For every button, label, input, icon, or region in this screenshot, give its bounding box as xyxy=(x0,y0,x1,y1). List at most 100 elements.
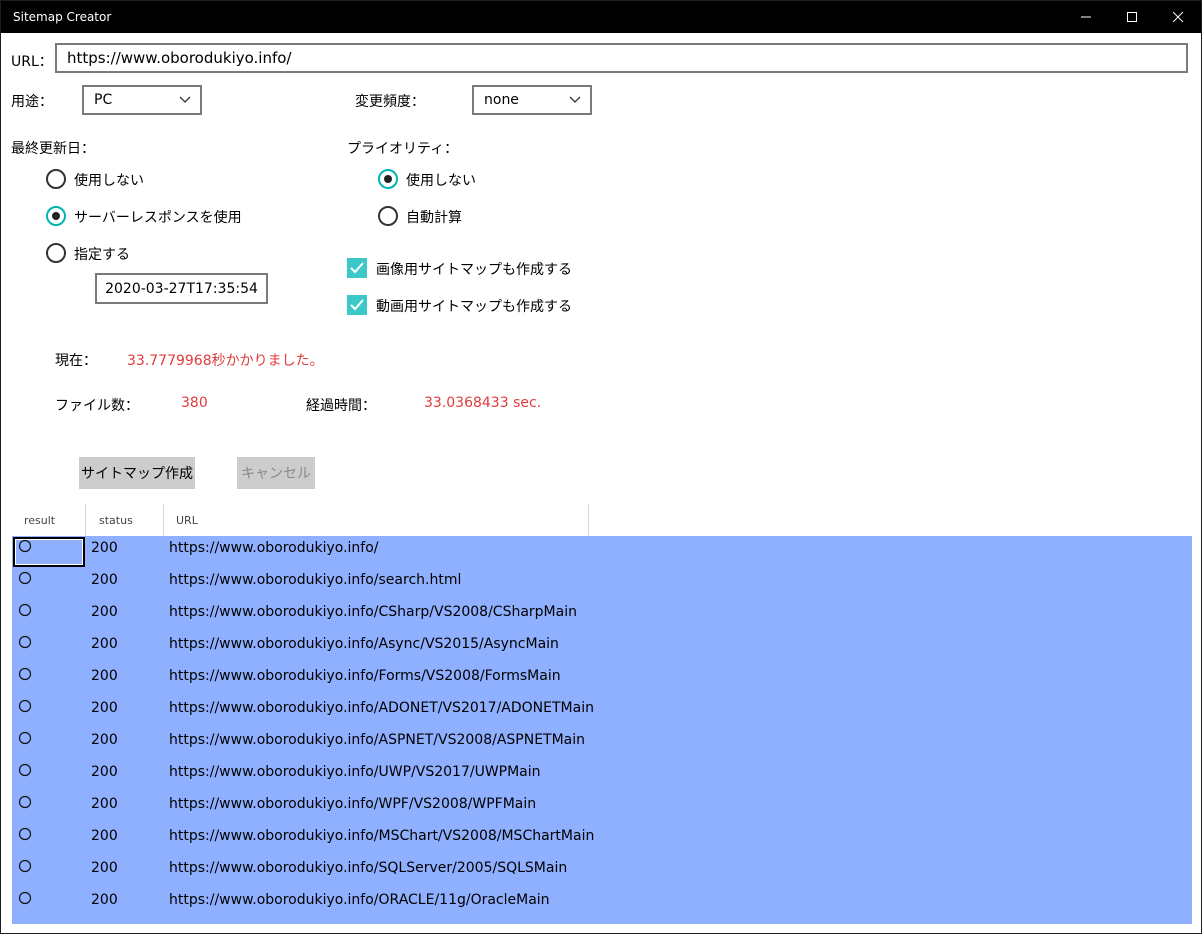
current-value: 33.7779968秒かかりました。 xyxy=(127,353,324,369)
table-row[interactable]: 200 https://www.oborodukiyo.info/SQLServe… xyxy=(12,856,1192,888)
grid-body[interactable]: 200 https://www.oborodukiyo.info/200 https… xyxy=(12,536,1192,924)
lastmod-label: 最終更新日： xyxy=(11,141,95,157)
priority-radio-auto[interactable] xyxy=(378,206,398,226)
minimize-button[interactable] xyxy=(1063,1,1109,33)
cell-url: https://www.oborodukiyo.info/WPF/VS2008/… xyxy=(169,796,537,812)
result-circle-icon xyxy=(18,539,32,553)
results-grid: result status URL 200 https://www.oborodu… xyxy=(12,504,1192,924)
cell-url: https://www.oborodukiyo.info/CSharp/VS20… xyxy=(169,604,577,620)
result-circle-icon xyxy=(18,859,32,873)
checkmark-icon xyxy=(350,299,364,311)
table-row[interactable]: 200 https://www.oborodukiyo.info/MSChart/… xyxy=(12,824,1192,856)
priority-label: プライオリティ： xyxy=(347,141,459,157)
current-label: 現在： xyxy=(55,353,97,369)
result-circle-icon xyxy=(18,763,32,777)
chevron-down-icon xyxy=(569,96,581,103)
column-header-status[interactable]: status xyxy=(86,504,164,536)
close-icon xyxy=(1172,11,1184,23)
cell-status: 200 xyxy=(91,540,118,556)
cell-status: 200 xyxy=(91,764,118,780)
video-sitemap-label: 動画用サイトマップも作成する xyxy=(376,299,572,315)
cell-status: 200 xyxy=(91,668,118,684)
lastmod-radio-specify[interactable] xyxy=(46,243,66,263)
cell-url: https://www.oborodukiyo.info/ADONET/VS20… xyxy=(169,700,594,716)
table-row[interactable]: 200 https://www.oborodukiyo.info/ORACLE/1… xyxy=(12,888,1192,920)
cell-url: https://www.oborodukiyo.info/SQLServer/2… xyxy=(169,860,568,876)
cell-url: https://www.oborodukiyo.info/ xyxy=(169,540,379,556)
table-row[interactable]: 200 https://www.oborodukiyo.info/WPF/VS20… xyxy=(12,792,1192,824)
cell-url: https://www.oborodukiyo.info/ASPNET/VS20… xyxy=(169,732,586,748)
cell-url: https://www.oborodukiyo.info/search.html xyxy=(169,572,462,588)
window-title: Sitemap Creator xyxy=(13,10,112,24)
elapsed-label: 経過時間： xyxy=(306,398,376,414)
cell-url: https://www.oborodukiyo.info/MSChart/VS2… xyxy=(169,828,595,844)
lastmod-date-input[interactable]: 2020-03-27T17:35:54 xyxy=(95,273,268,304)
cell-status: 200 xyxy=(91,860,118,876)
cell-status: 200 xyxy=(91,732,118,748)
cell-status: 200 xyxy=(91,572,118,588)
priority-option-auto-label: 自動計算 xyxy=(406,210,462,226)
cell-url: https://www.oborodukiyo.info/ORACLE/11g/… xyxy=(169,892,550,908)
changefreq-selected-value: none xyxy=(484,92,519,108)
url-input-value: https://www.oborodukiyo.info/ xyxy=(67,49,292,67)
file-count-value: 380 xyxy=(181,395,208,411)
lastmod-option-server-label: サーバーレスポンスを使用 xyxy=(74,210,242,226)
url-input[interactable]: https://www.oborodukiyo.info/ xyxy=(55,43,1188,73)
file-count-label: ファイル数： xyxy=(55,398,139,414)
table-row[interactable]: 200 https://www.oborodukiyo.info/Forms/VS… xyxy=(12,664,1192,696)
cancel-button[interactable]: キャンセル xyxy=(237,457,315,489)
title-bar[interactable]: Sitemap Creator xyxy=(1,1,1201,33)
result-circle-icon xyxy=(18,731,32,745)
result-circle-icon xyxy=(18,891,32,905)
create-sitemap-button[interactable]: サイトマップ作成 xyxy=(79,457,195,489)
image-sitemap-checkbox[interactable] xyxy=(347,258,367,278)
table-row[interactable]: 200 https://www.oborodukiyo.info/ASPNET/V… xyxy=(12,728,1192,760)
result-circle-icon xyxy=(18,571,32,585)
cell-status: 200 xyxy=(91,796,118,812)
table-row[interactable]: 200 https://www.oborodukiyo.info/search.h… xyxy=(12,568,1192,600)
result-circle-icon xyxy=(18,667,32,681)
cell-status: 200 xyxy=(91,636,118,652)
lastmod-radio-none[interactable] xyxy=(46,169,66,189)
checkmark-icon xyxy=(350,262,364,274)
chevron-down-icon xyxy=(179,96,191,103)
priority-option-none-label: 使用しない xyxy=(406,173,476,189)
cell-url: https://www.oborodukiyo.info/Async/VS201… xyxy=(169,636,559,652)
usage-selected-value: PC xyxy=(94,92,113,108)
app-window: Sitemap Creator URL： https://www.oborodu… xyxy=(0,0,1202,934)
cell-url: https://www.oborodukiyo.info/Forms/VS200… xyxy=(169,668,561,684)
video-sitemap-checkbox[interactable] xyxy=(347,295,367,315)
result-circle-icon xyxy=(18,827,32,841)
usage-label: 用途： xyxy=(11,94,53,110)
cell-url: https://www.oborodukiyo.info/UWP/VS2017/… xyxy=(169,764,541,780)
result-circle-icon xyxy=(18,603,32,617)
priority-radio-none[interactable] xyxy=(378,169,398,189)
close-button[interactable] xyxy=(1155,1,1201,33)
column-separator xyxy=(12,504,86,536)
table-row[interactable]: 200 https://www.oborodukiyo.info/ xyxy=(12,536,1192,568)
changefreq-combobox[interactable]: none xyxy=(472,85,592,115)
table-row[interactable]: 200 https://www.oborodukiyo.info/CSharp/V… xyxy=(12,600,1192,632)
maximize-icon xyxy=(1127,12,1137,22)
image-sitemap-label: 画像用サイトマップも作成する xyxy=(376,262,572,278)
elapsed-value: 33.0368433 sec. xyxy=(424,395,542,411)
column-header-url[interactable]: URL xyxy=(164,504,589,536)
lastmod-date-value: 2020-03-27T17:35:54 xyxy=(105,280,258,297)
changefreq-label: 変更頻度： xyxy=(355,94,425,110)
lastmod-option-specify-label: 指定する xyxy=(74,247,130,263)
lastmod-option-none-label: 使用しない xyxy=(74,173,144,189)
result-circle-icon xyxy=(18,699,32,713)
lastmod-radio-server[interactable] xyxy=(46,206,66,226)
url-label: URL： xyxy=(11,54,53,70)
table-row[interactable]: 200 https://www.oborodukiyo.info/Async/VS… xyxy=(12,632,1192,664)
cell-status: 200 xyxy=(91,700,118,716)
maximize-button[interactable] xyxy=(1109,1,1155,33)
usage-combobox[interactable]: PC xyxy=(82,85,202,115)
cell-status: 200 xyxy=(91,892,118,908)
table-row[interactable]: 200 https://www.oborodukiyo.info/ADONET/V… xyxy=(12,696,1192,728)
cell-status: 200 xyxy=(91,604,118,620)
result-circle-icon xyxy=(18,795,32,809)
result-circle-icon xyxy=(18,635,32,649)
table-row[interactable]: 200 https://www.oborodukiyo.info/UWP/VS20… xyxy=(12,760,1192,792)
grid-header: result status URL xyxy=(12,504,589,536)
